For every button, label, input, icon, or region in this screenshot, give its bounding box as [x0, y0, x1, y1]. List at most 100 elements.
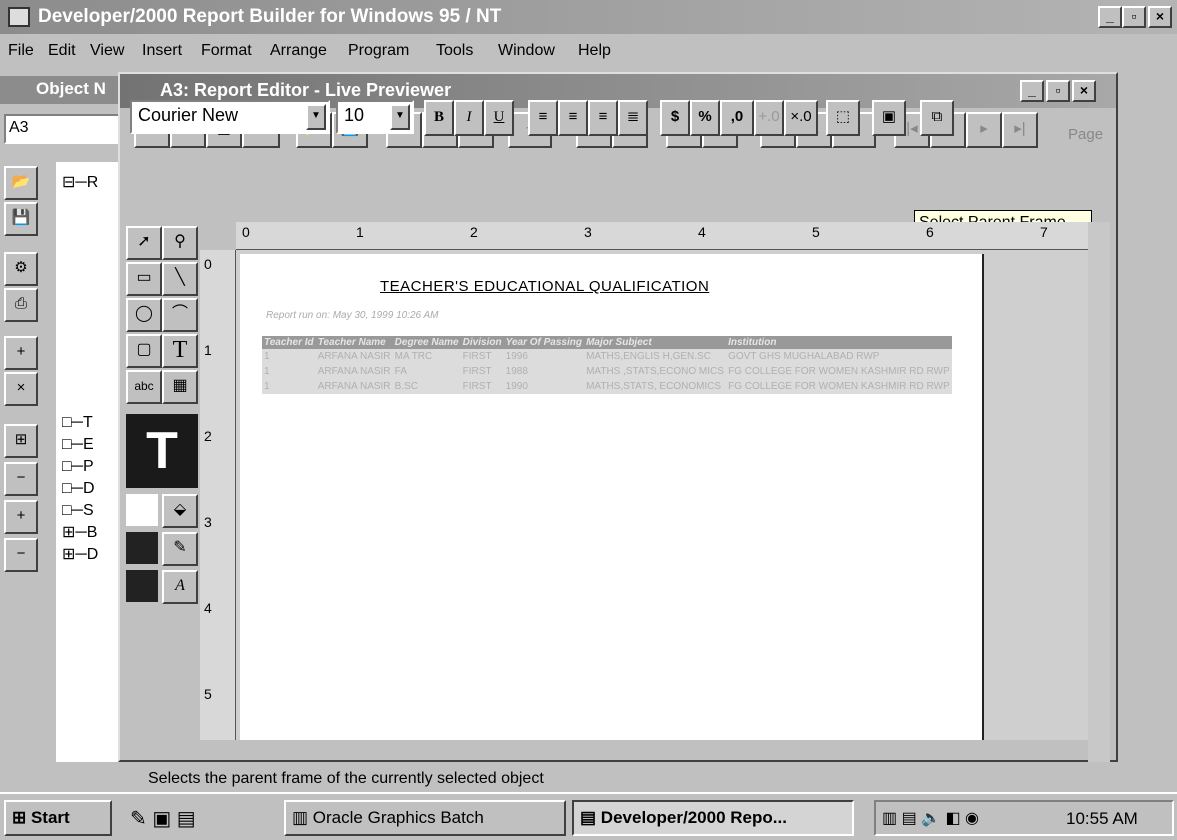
menu-help[interactable]: Help — [578, 42, 611, 60]
underline-button[interactable]: U — [484, 100, 514, 136]
table-cell[interactable]: FA — [392, 364, 461, 379]
column-header[interactable]: Year Of Passing — [503, 336, 585, 349]
collapse-all-icon[interactable]: − — [4, 538, 38, 572]
comma-button[interactable]: ,0 — [720, 100, 754, 136]
menu-insert[interactable]: Insert — [142, 42, 182, 60]
column-header[interactable]: Division — [460, 336, 504, 349]
menu-arrange[interactable]: Arrange — [270, 42, 327, 60]
tree-node[interactable]: ⊟─R — [62, 172, 98, 192]
italic-button[interactable]: I — [454, 100, 484, 136]
select-arrow-icon[interactable]: ➚ — [126, 226, 162, 260]
expand-all-icon[interactable]: + — [4, 500, 38, 534]
chevron-down-icon[interactable]: ▼ — [390, 104, 410, 130]
fill-color-icon[interactable]: ⬙ — [162, 494, 198, 528]
align-right-icon[interactable]: ≡ — [588, 100, 618, 136]
copy-frame-icon[interactable]: ⧉ — [920, 100, 954, 136]
expand-icon[interactable]: ⊞ — [4, 424, 38, 458]
bold-button[interactable]: B — [424, 100, 454, 136]
column-header[interactable]: Teacher Id — [262, 336, 316, 349]
app-icon[interactable] — [8, 7, 30, 27]
last-page-icon[interactable]: ▸| — [1002, 112, 1038, 148]
align-left-icon[interactable]: ≡ — [528, 100, 558, 136]
ellipse-tool-icon[interactable]: ◯ — [126, 298, 162, 332]
menu-tools[interactable]: Tools — [436, 42, 473, 60]
editor-minimize-button[interactable]: _ — [1020, 80, 1044, 102]
table-cell[interactable]: FIRST — [460, 364, 504, 379]
vertical-scrollbar[interactable] — [1088, 222, 1110, 762]
start-button[interactable]: ⊞ Start — [4, 800, 112, 836]
menu-program[interactable]: Program — [348, 42, 409, 60]
delete-icon[interactable]: × — [4, 372, 38, 406]
table-cell[interactable]: MA TRC — [392, 349, 461, 364]
column-header[interactable]: Teacher Name — [315, 336, 393, 349]
menu-edit[interactable]: Edit — [48, 42, 76, 60]
menu-format[interactable]: Format — [201, 42, 252, 60]
table-cell[interactable]: GOVT GHS MUGHALABAD RWP — [726, 349, 952, 364]
next-page-icon[interactable]: ▸ — [966, 112, 1002, 148]
align-center-icon[interactable]: ≡ — [558, 100, 588, 136]
line-color-swatch[interactable] — [126, 532, 158, 564]
chevron-down-icon[interactable]: ▼ — [306, 104, 326, 130]
text-color-icon[interactable]: A — [162, 570, 198, 604]
close-button[interactable]: × — [1148, 6, 1172, 28]
table-cell[interactable]: FIRST — [460, 379, 504, 394]
font-name-combo[interactable]: Courier New ▼ — [130, 100, 330, 134]
arc-tool-icon[interactable]: ⌒ — [162, 298, 198, 332]
navigator-find-field[interactable]: A3 — [4, 114, 122, 144]
table-cell[interactable]: MATHS ,STATS,ECONO MICS — [584, 364, 727, 379]
save-icon[interactable]: 💾 — [4, 202, 38, 236]
task-developer-2000[interactable]: ▤ Developer/2000 Repo... — [572, 800, 854, 836]
font-size-combo[interactable]: 10 ▼ — [336, 100, 414, 134]
rounded-rect-tool-icon[interactable]: ▢ — [126, 334, 162, 368]
rectangle-tool-icon[interactable]: ▭ — [126, 262, 162, 296]
fill-color-swatch[interactable] — [126, 494, 158, 526]
tray-icons[interactable]: ▥ ▤ 🔈 ◧ ◉ — [882, 808, 979, 828]
editor-maximize-button[interactable]: ▫ — [1046, 80, 1070, 102]
select-parent-frame-icon[interactable]: ⬚ — [826, 100, 860, 136]
column-header[interactable]: Degree Name — [392, 336, 461, 349]
collapse-icon[interactable]: − — [4, 462, 38, 496]
open-icon[interactable]: 📂 — [4, 166, 38, 200]
add-decimal-icon[interactable]: +.0 — [754, 100, 784, 136]
table-cell[interactable]: 1996 — [503, 349, 585, 364]
table-cell[interactable]: MATHS,ENGLIS H,GEN.SC — [584, 349, 727, 364]
line-tool-icon[interactable]: ╲ — [162, 262, 198, 296]
table-cell[interactable]: FG COLLEGE FOR WOMEN KASHMIR RD RWP — [726, 379, 952, 394]
field-tool-icon[interactable]: abc — [126, 370, 162, 404]
table-cell[interactable]: ARFANA NASIR — [315, 349, 393, 364]
table-cell[interactable]: ARFANA NASIR — [315, 364, 393, 379]
menu-window[interactable]: Window — [498, 42, 555, 60]
table-cell[interactable]: ARFANA NASIR — [315, 379, 393, 394]
text-tool-icon[interactable]: T — [162, 334, 198, 368]
table-cell[interactable]: 1990 — [503, 379, 585, 394]
quick-launch-icons[interactable]: ✎ ▣ ▤ — [130, 806, 196, 831]
image-tool-icon[interactable]: ▦ — [162, 370, 198, 404]
create-icon[interactable]: + — [4, 336, 38, 370]
justify-icon[interactable]: ≣ — [618, 100, 648, 136]
table-cell[interactable]: B.SC — [392, 379, 461, 394]
run-icon[interactable]: ⚙ — [4, 252, 38, 286]
table-cell[interactable]: FIRST — [460, 349, 504, 364]
table-cell[interactable]: 1988 — [503, 364, 585, 379]
minimize-button[interactable]: _ — [1098, 6, 1122, 28]
editor-close-button[interactable]: × — [1072, 80, 1096, 102]
column-header[interactable]: Major Subject — [584, 336, 727, 349]
text-color-swatch[interactable] — [126, 570, 158, 602]
column-header[interactable]: Institution — [726, 336, 952, 349]
table-cell[interactable]: MATHS,STATS, ECONOMICS — [584, 379, 727, 394]
table-cell[interactable]: 1 — [262, 364, 316, 379]
table-cell[interactable]: 1 — [262, 349, 316, 364]
frame-icon[interactable]: ▣ — [872, 100, 906, 136]
line-color-icon[interactable]: ✎ — [162, 532, 198, 566]
percent-button[interactable]: % — [690, 100, 720, 136]
menu-view[interactable]: View — [90, 42, 124, 60]
menu-file[interactable]: File — [8, 42, 34, 60]
print-icon[interactable]: ⎙ — [4, 288, 38, 322]
task-oracle-graphics[interactable]: ▥ Oracle Graphics Batch — [284, 800, 566, 836]
remove-decimal-icon[interactable]: ×.0 — [784, 100, 818, 136]
magnify-icon[interactable]: ⚲ — [162, 226, 198, 260]
maximize-button[interactable]: ▫ — [1122, 6, 1146, 28]
currency-button[interactable]: $ — [660, 100, 690, 136]
table-cell[interactable]: FG COLLEGE FOR WOMEN KASHMIR RD RWP — [726, 364, 952, 379]
table-cell[interactable]: 1 — [262, 379, 316, 394]
